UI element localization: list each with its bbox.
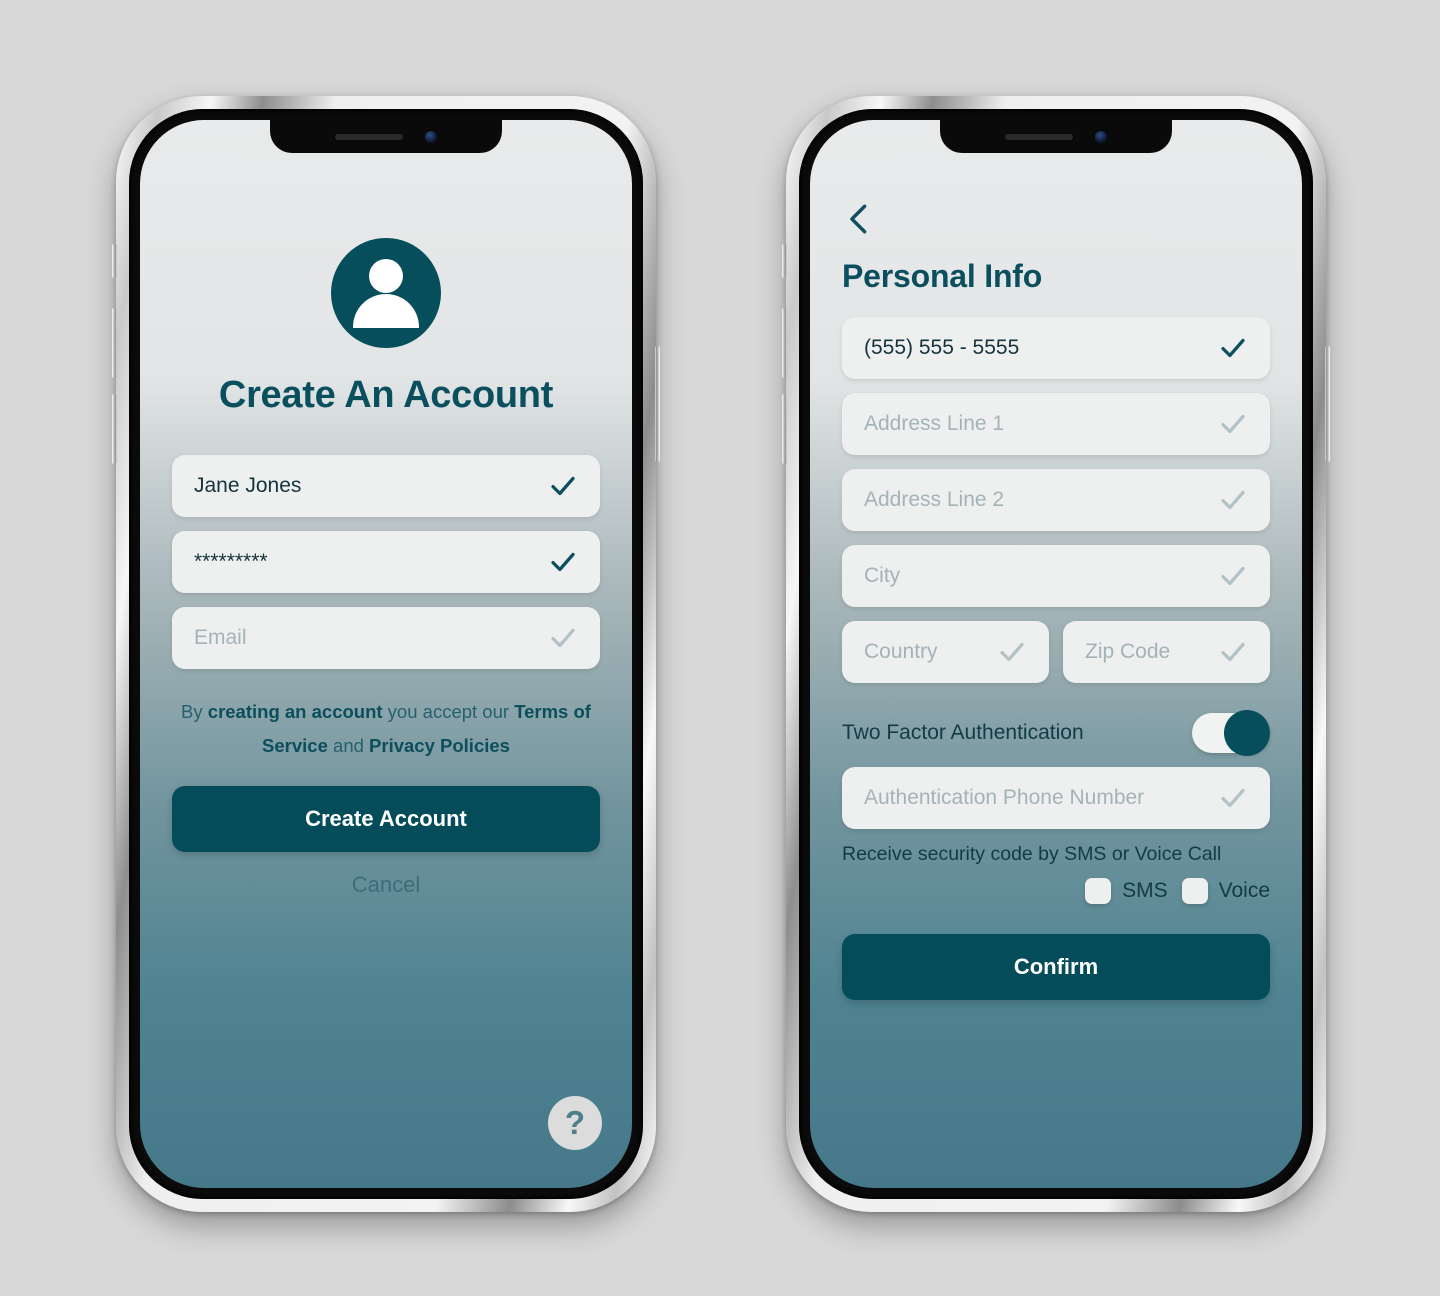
two-factor-toggle[interactable] [1192,710,1270,756]
check-icon-auth-phone [1218,783,1248,813]
mute-switch-right[interactable] [782,244,787,278]
checkbox-box-sms[interactable] [1085,878,1112,904]
input-address-line-1[interactable]: Address Line 1 [842,393,1270,455]
chevron-left-icon[interactable] [842,202,876,236]
input-auth-phone[interactable]: Authentication Phone Number [842,767,1270,829]
full-name-value: Jane Jones [194,474,302,497]
create-account-button[interactable]: Create Account [172,786,600,853]
confirm-wrapper: Confirm [842,934,1270,1000]
email-placeholder: Email [194,626,247,649]
country-zip-row: Country Zip Code [842,621,1270,697]
input-phone[interactable]: (555) 555 - 5555 [842,317,1270,379]
input-country[interactable]: Country [842,621,1049,683]
input-city[interactable]: City [842,545,1270,607]
confirm-button[interactable]: Confirm [842,934,1270,1000]
country-placeholder: Country [864,640,938,663]
power-button-right[interactable] [1325,346,1330,462]
check-icon-phone [1218,333,1248,363]
device-notch-right [940,120,1172,153]
password-value: ********* [194,550,268,573]
terms-part-1: By [181,701,208,722]
create-account-content: Create An Account Jane Jones ********* E… [140,238,632,1188]
check-icon-zip-code [1218,637,1248,667]
device-notch [270,120,502,153]
address-line-1-placeholder: Address Line 1 [864,412,1005,435]
zip-code-placeholder: Zip Code [1085,640,1171,663]
terms-part-2: you accept our [382,701,515,722]
check-icon-country [997,637,1027,667]
avatar-wrapper [172,238,600,348]
earpiece-speaker-icon [335,133,403,140]
checkbox-label-voice: Voice [1218,879,1270,902]
terms-text: By creating an account you accept our Te… [172,695,600,762]
auth-phone-placeholder: Authentication Phone Number [864,786,1145,809]
check-icon-full-name [548,471,578,501]
input-zip-code[interactable]: Zip Code [1063,621,1270,683]
page-title: Create An Account [218,374,554,416]
help-question-icon[interactable]: ? [548,1096,602,1150]
phone-mockup-left: Create An Account Jane Jones ********* E… [112,96,660,1212]
screenshot-canvas: Create An Account Jane Jones ********* E… [0,0,1440,1296]
two-factor-row: Two Factor Authentication [842,710,1270,756]
phone-bezel-right: Personal Info (555) 555 - 5555 Address L… [799,109,1313,1199]
mute-switch[interactable] [112,244,117,278]
volume-up-button[interactable] [112,308,117,378]
input-full-name[interactable]: Jane Jones [172,455,600,517]
page-title: Personal Info [842,258,1043,294]
check-icon-password [548,547,578,577]
terms-link-privacy-policies[interactable]: Privacy Policies [369,735,510,756]
personal-info-form: (555) 555 - 5555 Address Line 1 Address … [842,317,1270,697]
personal-info-content: Personal Info (555) 555 - 5555 Address L… [810,202,1302,1188]
check-icon-address-line-1 [1218,409,1248,439]
user-avatar-icon [331,238,441,348]
phone-mockup-right: Personal Info (555) 555 - 5555 Address L… [782,96,1330,1212]
checkbox-voice[interactable]: Voice [1181,878,1270,904]
power-button[interactable] [655,346,660,462]
checkbox-label-sms: SMS [1122,879,1168,902]
delivery-hint: Receive security code by SMS or Voice Ca… [842,843,1222,865]
checkbox-sms[interactable]: SMS [1085,878,1168,904]
terms-part-3: and [327,734,370,756]
toggle-knob [1224,710,1270,756]
screen-create-account: Create An Account Jane Jones ********* E… [140,120,632,1188]
input-email[interactable]: Email [172,607,600,669]
earpiece-speaker-icon-right [1005,133,1073,140]
terms-link-creating-account[interactable]: creating an account [208,701,383,722]
volume-down-button-right[interactable] [782,394,787,464]
phone-value: (555) 555 - 5555 [864,336,1020,359]
check-icon-address-line-2 [1218,485,1248,515]
city-placeholder: City [864,564,901,587]
cancel-button[interactable]: Cancel [172,872,600,898]
input-address-line-2[interactable]: Address Line 2 [842,469,1270,531]
check-icon-email [548,623,578,653]
screen-personal-info: Personal Info (555) 555 - 5555 Address L… [810,120,1302,1188]
delivery-options: SMS Voice [842,878,1270,904]
volume-down-button[interactable] [112,394,117,464]
front-camera-icon [425,130,437,143]
checkbox-box-voice[interactable] [1181,878,1208,904]
two-factor-label: Two Factor Authentication [842,721,1084,744]
input-password[interactable]: ********* [172,531,600,593]
check-icon-city [1218,561,1248,591]
address-line-2-placeholder: Address Line 2 [864,488,1005,511]
front-camera-icon-right [1095,130,1107,143]
signup-form: Jane Jones ********* Email [172,455,600,669]
volume-up-button-right[interactable] [782,308,787,378]
phone-bezel-left: Create An Account Jane Jones ********* E… [129,109,643,1199]
